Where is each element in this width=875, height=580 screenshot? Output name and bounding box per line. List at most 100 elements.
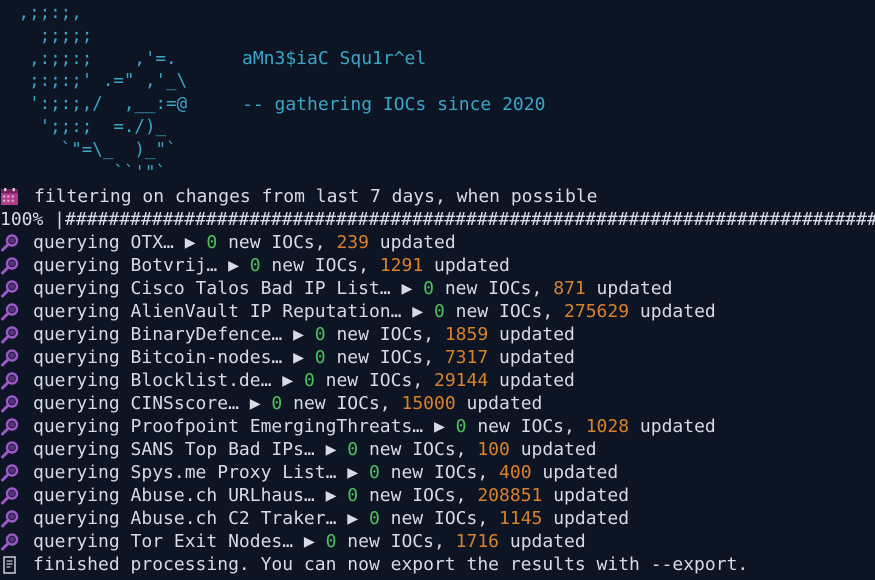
query-mid: new IOCs, [336,531,456,552]
query-line: querying CINSscore… ▶ 0 new IOCs, 15000 … [0,392,875,415]
magnifier-icon [1,394,19,412]
updated-count: 1716 [455,531,500,552]
query-mid: new IOCs, [379,508,500,529]
query-suffix: updated [585,278,673,299]
query-mid: new IOCs, [358,485,478,506]
query-mid: new IOCs, [282,393,402,414]
query-mid: new IOCs, [379,462,500,483]
progress-bar: ########################################… [65,209,875,230]
new-count: 0 [368,508,380,529]
filter-text: filtering on changes from last 7 days, w… [34,186,598,207]
updated-count: 1028 [585,416,630,437]
magnifier-icon [1,256,19,274]
updated-count: 275629 [564,301,630,322]
updated-count: 1291 [379,255,424,276]
magnifier-icon [1,302,19,320]
calendar-icon [1,188,18,205]
query-prefix: querying AlienVault IP Reputation… ▶ [33,301,434,322]
new-count: 0 [206,232,218,253]
terminal-window[interactable]: ,;;:;, ;;;;; ,:;;:; ,'=. ;:;:;' .=" ,'_\… [0,0,875,580]
query-suffix: updated [423,255,510,276]
query-suffix: updated [542,485,630,506]
query-line: querying AlienVault IP Reputation… ▶ 0 n… [0,300,875,323]
query-line: querying Spys.me Proxy List… ▶ 0 new IOC… [0,461,875,484]
magnifier-icon [1,325,19,343]
query-prefix: querying Bitcoin-nodes… ▶ [33,347,315,368]
new-count: 0 [314,347,326,368]
query-prefix: querying Spys.me Proxy List… ▶ [33,462,369,483]
new-count: 0 [325,531,337,552]
query-line: querying Blocklist.de… ▶ 0 new IOCs, 291… [0,369,875,392]
banner-subtitle: -- gathering IOCs since 2020 [242,94,546,115]
magnifier-icon [1,371,19,389]
updated-count: 871 [553,278,586,299]
updated-count: 239 [336,232,369,253]
query-prefix: querying Tor Exit Nodes… ▶ [33,531,326,552]
magnifier-icon [1,486,19,504]
updated-count: 1859 [444,324,489,345]
updated-count: 1145 [499,508,543,529]
query-line: querying Proofpoint EmergingThreats… ▶ 0… [0,415,875,438]
query-list: querying OTX… ▶ 0 new IOCs, 239 updated q… [0,231,875,553]
new-count: 0 [314,324,326,345]
query-line: querying Bitcoin-nodes… ▶ 0 new IOCs, 73… [0,346,875,369]
query-line: querying OTX… ▶ 0 new IOCs, 239 updated [0,231,875,254]
new-count: 0 [249,255,261,276]
query-prefix: querying Proofpoint EmergingThreats… ▶ [33,416,456,437]
updated-count: 29144 [434,370,489,391]
new-count: 0 [423,278,434,299]
new-count: 0 [347,485,359,506]
query-prefix: querying Abuse.ch C2 Traker… ▶ [33,508,369,529]
magnifier-icon [1,417,19,435]
document-icon [3,555,16,574]
query-prefix: querying OTX… ▶ [33,232,207,253]
magnifier-icon [1,348,19,366]
query-line: querying BinaryDefence… ▶ 0 new IOCs, 18… [0,323,875,346]
query-line: querying Abuse.ch C2 Traker… ▶ 0 new IOC… [0,507,875,530]
query-line: querying SANS Top Bad IPs… ▶ 0 new IOCs,… [0,438,875,461]
magnifier-icon [1,509,19,527]
query-line: querying Botvrij… ▶ 0 new IOCs, 1291 upd… [0,254,875,277]
query-mid: new IOCs, [444,301,565,322]
query-prefix: querying Cisco Talos Bad IP List… ▶ [33,278,424,299]
magnifier-icon [1,440,19,458]
new-count: 0 [433,301,445,322]
magnifier-icon [1,532,19,550]
updated-count: 100 [477,439,510,460]
query-suffix: updated [499,531,586,552]
finish-line: finished processing. You can now export … [0,553,875,576]
filter-line: filtering on changes from last 7 days, w… [0,185,875,208]
query-prefix: querying Blocklist.de… ▶ [33,370,304,391]
new-count: 0 [303,370,315,391]
query-suffix: updated [488,370,575,391]
banner-title: aMn3$iaC Squ1r^el [242,48,427,69]
progress-label: 100% | [0,209,66,230]
query-mid: new IOCs, [260,255,380,276]
query-suffix: updated [488,347,575,368]
query-mid: new IOCs, [358,439,478,460]
query-suffix: updated [629,301,716,322]
query-prefix: querying BinaryDefence… ▶ [33,324,315,345]
query-line: querying Cisco Talos Bad IP List… ▶ 0 ne… [0,277,875,300]
query-mid: new IOCs, [325,324,445,345]
query-mid: new IOCs, [466,416,586,437]
magnifier-icon [1,233,19,251]
query-suffix: updated [629,416,716,437]
updated-count: 400 [499,462,532,483]
query-mid: new IOCs, [314,370,434,391]
query-suffix: updated [488,324,575,345]
new-count: 0 [271,393,283,414]
query-line: querying Tor Exit Nodes… ▶ 0 new IOCs, 1… [0,530,875,553]
query-suffix: updated [509,439,597,460]
progress-line: 100% | ##################################… [0,208,875,231]
output-lines: filtering on changes from last 7 days, w… [0,185,875,576]
finish-text: finished processing. You can now export … [33,554,749,575]
query-prefix: querying CINSscore… ▶ [33,393,272,414]
new-count: 0 [368,462,380,483]
new-count: 0 [347,439,359,460]
updated-count: 208851 [477,485,543,506]
updated-count: 7317 [444,347,489,368]
magnifier-icon [1,279,19,297]
query-mid: new IOCs, [433,278,554,299]
squirrel-ascii-art: ,;;:;, ;;;;; ,:;;:; ,'=. ;:;:;' .=" ,'_\… [18,3,188,183]
